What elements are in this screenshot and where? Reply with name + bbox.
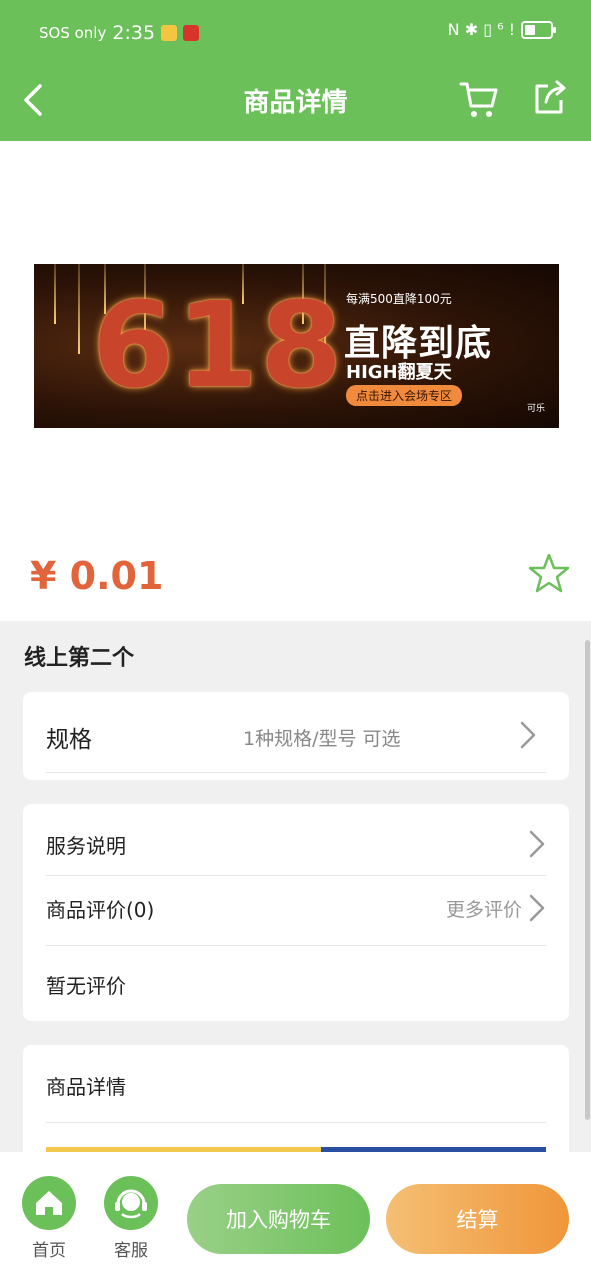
- status-right: N ✱ ▯ ⁶ !: [447, 20, 556, 39]
- banner-enter-button: 点击进入会场专区: [346, 385, 463, 406]
- navigation-bar: 商品详情: [0, 70, 591, 130]
- share-icon[interactable]: [530, 78, 570, 118]
- customer-service-tab[interactable]: 客服: [103, 1176, 159, 1261]
- reviews-label: 商品评价(0): [46, 897, 155, 922]
- more-reviews-text: 更多评价: [445, 898, 522, 921]
- home-tab[interactable]: 首页: [21, 1176, 77, 1261]
- page-title: 商品详情: [243, 88, 348, 118]
- chevron-right-icon: [529, 894, 545, 922]
- checkout-button[interactable]: 结算: [386, 1184, 569, 1254]
- banner-logo: 可乐: [526, 404, 545, 414]
- spec-label: 规格: [46, 727, 92, 753]
- reviews-row[interactable]: 商品评价(0) 更多评价: [46, 890, 546, 926]
- carrier-text: SOS only: [39, 24, 107, 42]
- favorite-star-icon[interactable]: [528, 552, 570, 594]
- product-name: 线上第二个: [24, 646, 135, 671]
- banner-high-text: HIGH翻夏天: [346, 362, 452, 383]
- divider: [46, 1122, 546, 1123]
- calendar-notification-icon: [161, 25, 178, 41]
- divider: [46, 875, 546, 876]
- product-section: 618 每满500直降100元 直降到底 HIGH翻夏天 点击进入会场专区 可乐…: [0, 141, 591, 621]
- more-reviews-link[interactable]: 更多评价: [446, 893, 546, 923]
- scrollbar[interactable]: [585, 640, 590, 1120]
- bottom-action-bar: 首页 客服 加入购物车 结算: [0, 1152, 591, 1280]
- status-left: SOS only 2:35: [39, 22, 200, 44]
- status-bar: SOS only 2:35 N ✱ ▯ ⁶ !: [0, 14, 591, 52]
- home-icon: [22, 1176, 76, 1230]
- cart-icon[interactable]: [458, 78, 500, 120]
- product-price: ¥ 0.01: [30, 554, 164, 598]
- detail-label: 商品详情: [46, 1074, 126, 1099]
- home-label: 首页: [32, 1241, 66, 1261]
- promo-banner-image[interactable]: 618 每满500直降100元 直降到底 HIGH翻夏天 点击进入会场专区 可乐: [34, 264, 559, 428]
- service-card: 服务说明 商品评价(0) 更多评价 暂无评价: [23, 804, 569, 1021]
- detail-row: 商品详情: [46, 1067, 546, 1103]
- banner-subtitle: 每满500直降100元: [346, 292, 452, 306]
- app-notification-icon: [183, 25, 200, 41]
- no-reviews-row: 暂无评价: [46, 966, 546, 1002]
- service-tab-label: 客服: [114, 1241, 148, 1261]
- add-to-cart-button[interactable]: 加入购物车: [187, 1184, 370, 1254]
- headset-icon: [104, 1176, 158, 1230]
- divider: [46, 772, 546, 773]
- spec-value: 1种规格/型号 可选: [243, 728, 401, 750]
- spec-card[interactable]: 规格 1种规格/型号 可选: [23, 692, 569, 780]
- divider: [46, 945, 546, 946]
- banner-618-text: 618: [92, 276, 345, 414]
- service-label: 服务说明: [46, 833, 126, 858]
- no-reviews-text: 暂无评价: [46, 973, 126, 998]
- status-time: 2:35: [112, 22, 156, 44]
- chevron-right-icon: [520, 721, 536, 749]
- battery-icon: [521, 20, 556, 39]
- status-indicators: N ✱ ▯ ⁶ !: [447, 20, 515, 39]
- chevron-right-icon: [529, 830, 545, 858]
- header: SOS only 2:35 N ✱ ▯ ⁶ ! 商品详情: [0, 0, 591, 141]
- service-row[interactable]: 服务说明: [46, 826, 546, 862]
